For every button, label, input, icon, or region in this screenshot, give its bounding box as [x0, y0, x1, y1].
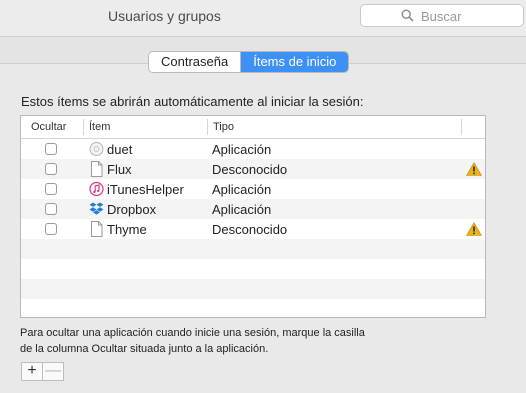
item-name: Dropbox [107, 202, 157, 217]
column-divider [207, 119, 208, 135]
hide-instructions-line2: de la columna Ocultar situada junto a la… [20, 343, 269, 355]
empty-row [21, 299, 485, 317]
column-header-item[interactable]: Ítem [89, 121, 110, 133]
tab-login-items[interactable]: Ítems de inicio [241, 52, 349, 72]
search-placeholder: Buscar [421, 9, 462, 24]
tab-password[interactable]: Contraseña [149, 52, 242, 72]
login-items-table: Ocultar Ítem Tipo duet Aplicación Flux D… [20, 115, 486, 318]
item-name: Flux [107, 162, 132, 177]
column-header-type[interactable]: Tipo [213, 121, 234, 133]
warning-icon [466, 222, 482, 236]
item-name: duet [107, 142, 133, 157]
search-field[interactable]: Buscar [360, 4, 524, 27]
item-name: Thyme [107, 222, 147, 237]
table-row[interactable]: iTunesHelper Aplicación [21, 179, 485, 199]
hide-checkbox[interactable] [45, 223, 57, 235]
column-header-hide[interactable]: Ocultar [31, 121, 66, 133]
empty-row [21, 239, 485, 259]
hide-checkbox[interactable] [45, 163, 57, 175]
remove-item-button[interactable]: — [43, 363, 63, 380]
document-icon [91, 221, 103, 237]
item-type: Aplicación [212, 182, 272, 197]
item-type: Desconocido [212, 222, 288, 237]
hide-checkbox[interactable] [45, 143, 57, 155]
item-name: iTunesHelper [107, 182, 184, 197]
duet-icon [89, 142, 104, 156]
hide-instructions: Para ocultar una aplicación cuando inici… [20, 325, 365, 357]
search-icon [401, 9, 414, 22]
add-item-button[interactable]: + [22, 363, 43, 380]
window-title: Usuarios y grupos [108, 8, 221, 24]
column-divider [83, 119, 84, 135]
column-divider [461, 119, 462, 135]
add-remove-control: + — [21, 362, 64, 381]
table-row[interactable]: duet Aplicación [21, 139, 485, 159]
table-row[interactable]: Thyme Desconocido [21, 219, 485, 239]
table-row[interactable]: Dropbox Aplicación [21, 199, 485, 219]
title-bar: Usuarios y grupos Buscar [0, 0, 526, 32]
hide-instructions-line1: Para ocultar una aplicación cuando inici… [20, 327, 365, 339]
itunes-icon [89, 181, 104, 197]
empty-row [21, 259, 485, 279]
item-type: Desconocido [212, 162, 288, 177]
document-icon [91, 161, 103, 177]
item-type: Aplicación [212, 142, 272, 157]
dropbox-icon [89, 202, 104, 215]
hide-checkbox[interactable] [45, 203, 57, 215]
item-type: Aplicación [212, 202, 272, 217]
empty-row [21, 279, 485, 299]
warning-icon [466, 162, 482, 176]
table-row[interactable]: Flux Desconocido [21, 159, 485, 179]
hide-checkbox[interactable] [45, 183, 57, 195]
table-header: Ocultar Ítem Tipo [21, 116, 485, 139]
login-items-description: Estos ítems se abrirán automáticamente a… [21, 94, 364, 109]
tab-selector: Contraseña Ítems de inicio [148, 51, 350, 73]
